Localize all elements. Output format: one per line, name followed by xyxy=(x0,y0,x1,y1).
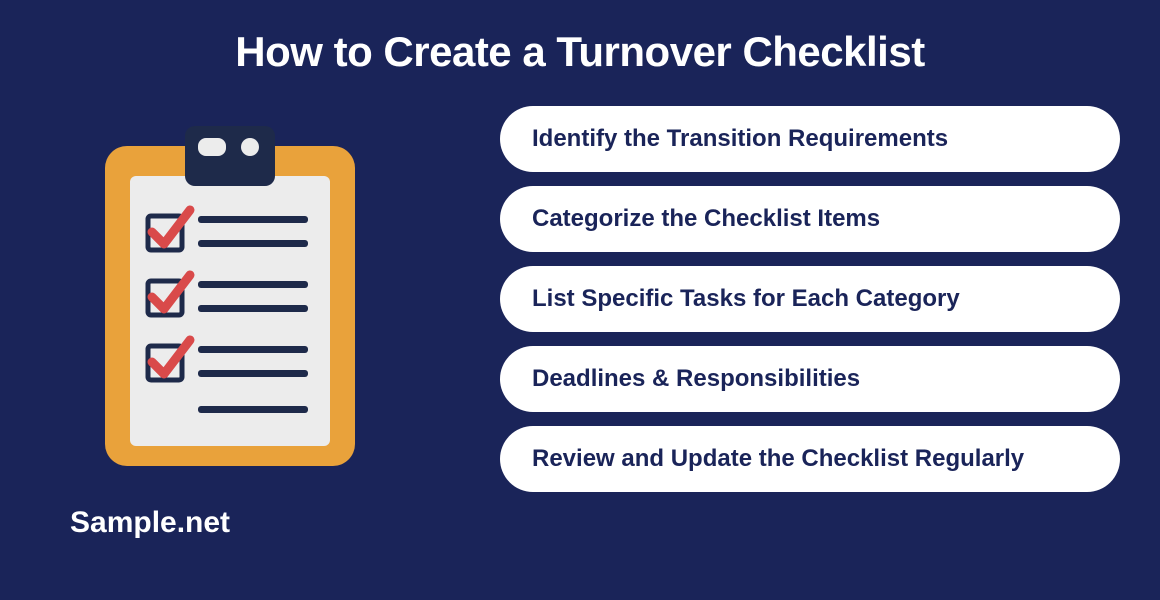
page-title: How to Create a Turnover Checklist xyxy=(0,0,1160,76)
steps-list: Identify the Transition Requirements Cat… xyxy=(500,106,1120,540)
left-column: Sample.net xyxy=(60,106,460,540)
step-item: List Specific Tasks for Each Category xyxy=(500,266,1120,332)
clipboard-icon xyxy=(60,116,400,476)
step-item: Deadlines & Responsibilities xyxy=(500,346,1120,412)
step-item: Categorize the Checklist Items xyxy=(500,186,1120,252)
content-row: Sample.net Identify the Transition Requi… xyxy=(0,76,1160,540)
step-item: Identify the Transition Requirements xyxy=(500,106,1120,172)
step-item: Review and Update the Checklist Regularl… xyxy=(500,426,1120,492)
brand-label: Sample.net xyxy=(70,506,230,540)
